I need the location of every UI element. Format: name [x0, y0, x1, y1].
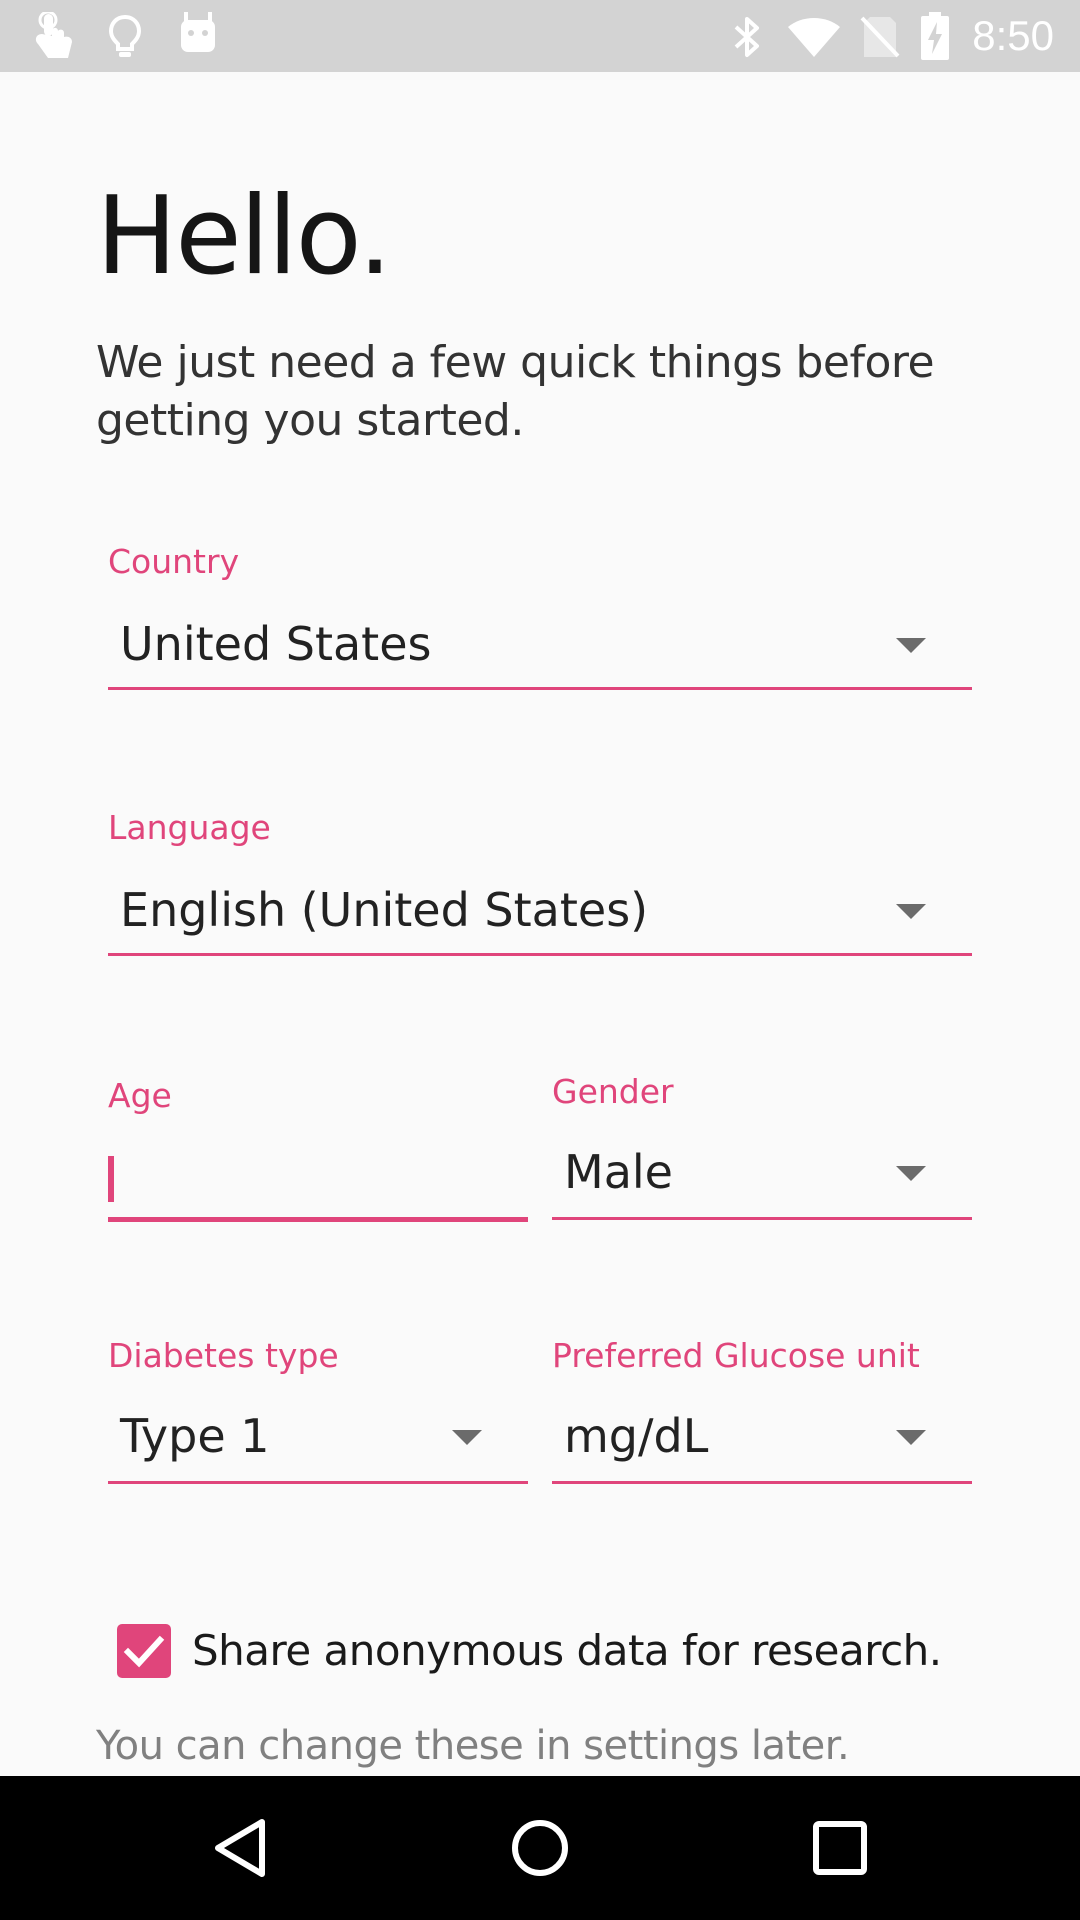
age-label: Age: [108, 1076, 172, 1115]
glucose-unit-dropdown[interactable]: mg/dL: [552, 1398, 972, 1484]
country-value: United States: [120, 617, 432, 671]
page-subtitle: We just need a few quick things before g…: [96, 337, 935, 446]
diabetes-type-dropdown[interactable]: Type 1: [108, 1398, 528, 1484]
wifi-icon: [788, 18, 840, 57]
language-label: Language: [108, 808, 271, 847]
country-dropdown[interactable]: United States: [108, 602, 972, 690]
lightbulb-icon: [108, 14, 142, 57]
bluetooth-icon: [734, 17, 759, 57]
country-label: Country: [108, 542, 240, 581]
navigation-bar: [0, 1776, 1080, 1920]
battery-charging-icon: [921, 12, 949, 60]
no-sim-icon: [860, 16, 900, 58]
gender-value: Male: [564, 1145, 673, 1199]
chevron-down-icon: [452, 1430, 482, 1445]
share-data-label[interactable]: Share anonymous data for research.: [192, 1623, 942, 1679]
diabetes-type-label: Diabetes type: [108, 1336, 339, 1375]
glucose-unit-label: Preferred Glucose unit: [552, 1336, 920, 1375]
chevron-down-icon: [896, 638, 926, 653]
gender-dropdown[interactable]: Male: [552, 1134, 972, 1220]
chevron-down-icon: [896, 1166, 926, 1181]
chevron-down-icon: [896, 904, 926, 919]
language-value: English (United States): [120, 883, 649, 937]
status-time: 8:50: [972, 12, 1054, 59]
age-input[interactable]: [108, 1136, 528, 1222]
glucose-unit-value: mg/dL: [564, 1409, 709, 1463]
text-cursor: [108, 1156, 114, 1202]
settings-hint: You can change these in settings later.: [96, 1723, 850, 1769]
back-icon[interactable]: [210, 1818, 270, 1878]
android-icon: [181, 12, 215, 52]
main-content: Hello. We just need a few quick things b…: [0, 72, 1080, 1776]
home-icon[interactable]: [510, 1818, 570, 1878]
language-dropdown[interactable]: English (United States): [108, 868, 972, 956]
checkmark-icon: [123, 1635, 165, 1668]
recents-icon[interactable]: [812, 1820, 868, 1876]
chevron-down-icon: [896, 1430, 926, 1445]
share-data-checkbox[interactable]: [117, 1624, 171, 1678]
diabetes-type-value: Type 1: [120, 1409, 270, 1463]
gender-label: Gender: [552, 1072, 674, 1111]
touch-app-icon: [35, 12, 72, 58]
page-title: Hello.: [96, 174, 392, 299]
status-bar: 8:50: [0, 0, 1080, 72]
